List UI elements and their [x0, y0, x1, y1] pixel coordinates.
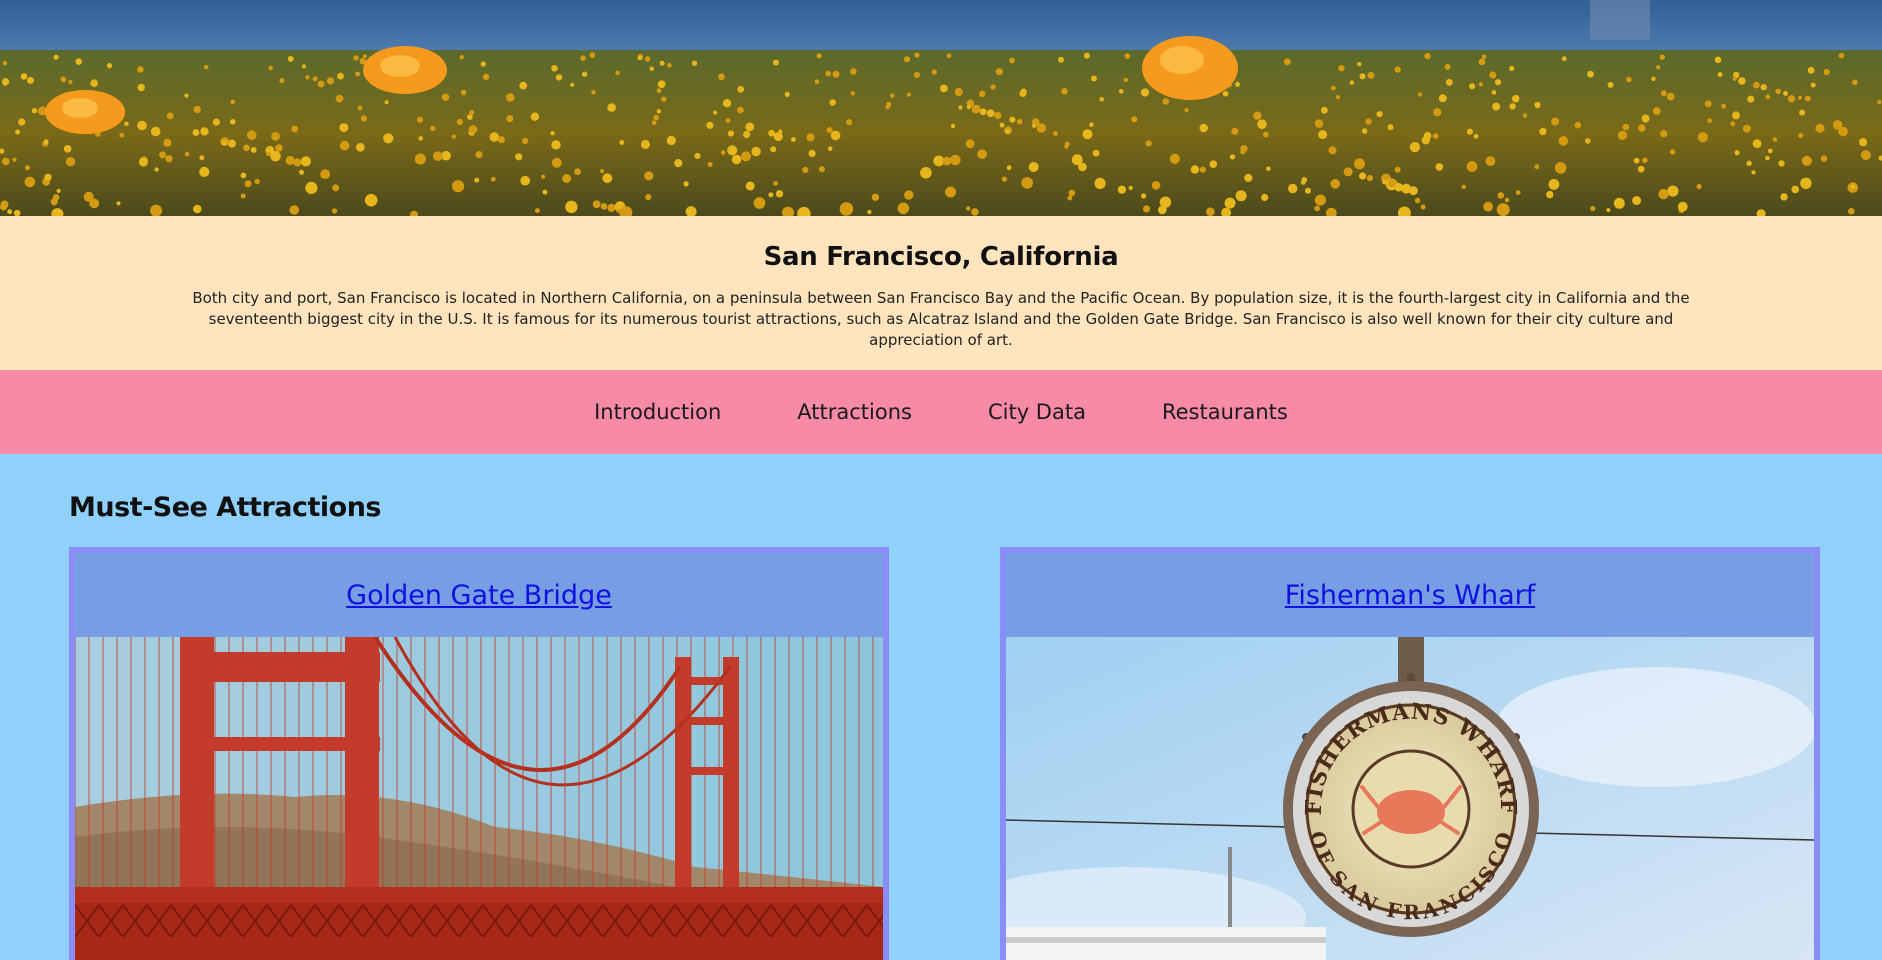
golden-gate-bridge-photo	[75, 637, 883, 960]
attraction-card-fishermans-wharf: Fisherman's Wharf FISHERMANS WHARF OF SA…	[1000, 547, 1820, 960]
nav-link-attractions[interactable]: Attractions	[797, 400, 912, 424]
page-title: San Francisco, California	[763, 242, 1119, 272]
attractions-section: Must-See Attractions Golden Gate Bridge	[0, 454, 1882, 960]
card-title-bar: Golden Gate Bridge	[75, 553, 883, 637]
section-heading: Must-See Attractions	[69, 492, 382, 523]
attraction-card-golden-gate: Golden Gate Bridge	[69, 547, 889, 960]
fishermans-wharf-photo: FISHERMANS WHARF OF SAN FRANCISCO	[1006, 637, 1814, 960]
hero-banner-image	[0, 0, 1882, 216]
nav-link-city-data[interactable]: City Data	[988, 400, 1086, 424]
main-nav: Introduction Attractions City Data Resta…	[0, 370, 1882, 454]
nav-link-restaurants[interactable]: Restaurants	[1162, 400, 1288, 424]
intro-section: San Francisco, California Both city and …	[0, 216, 1882, 370]
fishermans-wharf-link[interactable]: Fisherman's Wharf	[1285, 580, 1535, 611]
nav-link-introduction[interactable]: Introduction	[594, 400, 721, 424]
intro-description: Both city and port, San Francisco is loc…	[192, 289, 1690, 349]
golden-gate-bridge-link[interactable]: Golden Gate Bridge	[346, 580, 612, 611]
card-title-bar: Fisherman's Wharf	[1006, 553, 1814, 637]
